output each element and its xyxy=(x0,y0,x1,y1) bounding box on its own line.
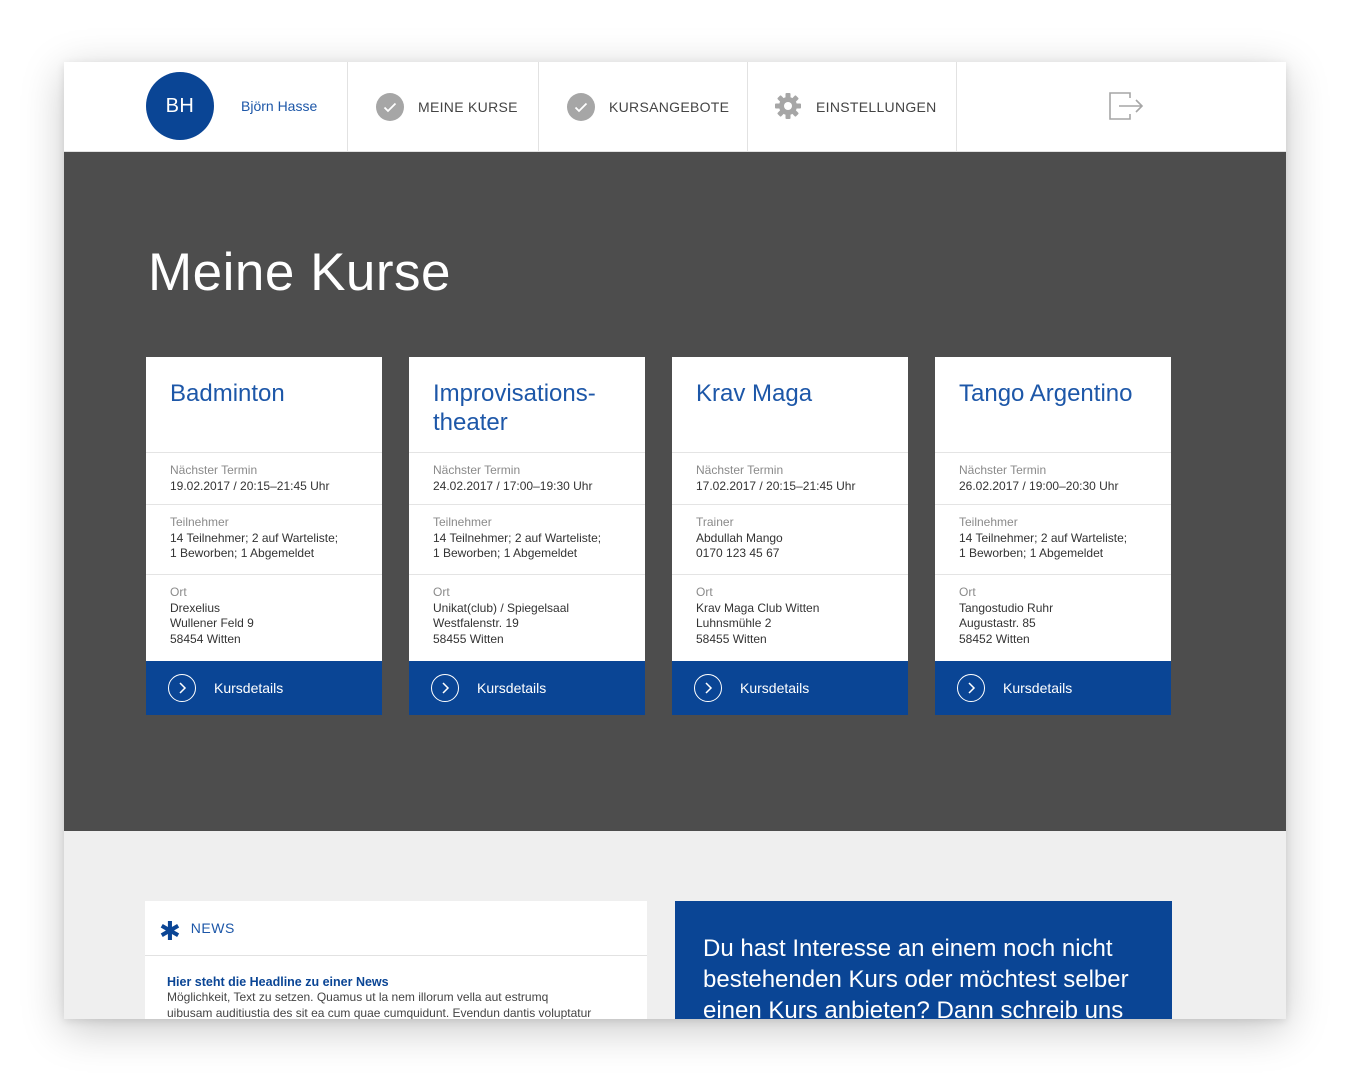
app-window: BH Björn Hasse MEINE KURSE KURSANGEBOTE xyxy=(64,62,1286,1019)
logout-icon xyxy=(1109,92,1144,120)
course-details-button[interactable]: Kursdetails xyxy=(146,661,382,715)
logout-button[interactable] xyxy=(1106,89,1146,123)
nav-item-label: KURSANGEBOTE xyxy=(609,99,730,115)
nav-item-einstellungen[interactable]: EINSTELLUNGEN xyxy=(747,62,956,152)
news-item: Hier steht die Headline zu einer News Mö… xyxy=(145,956,647,1019)
gear-icon xyxy=(774,92,802,123)
chevron-right-icon xyxy=(694,674,722,702)
nav-item-kursangebote[interactable]: KURSANGEBOTE xyxy=(538,62,747,152)
chevron-right-icon xyxy=(957,674,985,702)
news-headline[interactable]: Hier steht die Headline zu einer News xyxy=(167,975,625,989)
location-section: Ort Krav Maga Club Witten Luhnsmühle 2 5… xyxy=(672,574,908,661)
hero-section: Meine Kurse Badminton Nächster Termin 19… xyxy=(64,152,1286,831)
chevron-right-icon xyxy=(168,674,196,702)
participants-section: Teilnehmer 14 Teilnehmer; 2 auf Wartelis… xyxy=(146,504,382,574)
top-navigation: BH Björn Hasse MEINE KURSE KURSANGEBOTE xyxy=(64,62,1286,152)
nav-item-meine-kurse[interactable]: MEINE KURSE xyxy=(347,62,538,152)
next-date-section: Nächster Termin 24.02.2017 / 17:00–19:30… xyxy=(409,452,645,504)
course-title: Krav Maga xyxy=(696,380,813,407)
course-title: Tango Argentino xyxy=(959,380,1133,407)
contact-text-line: einen Kurs anbieten? Dann schreib uns xyxy=(703,997,1124,1019)
next-date-section: Nächster Termin 26.02.2017 / 19:00–20:30… xyxy=(935,452,1171,504)
contact-callout[interactable]: Du hast Interesse an einem noch nicht be… xyxy=(675,901,1172,1019)
contact-text-line: bestehenden Kurs oder möchtest selber xyxy=(703,966,1129,993)
location-section: Ort Drexelius Wullener Feld 9 58454 Witt… xyxy=(146,574,382,661)
news-text-line: Möglichkeit, Text zu setzen. Quamus ut l… xyxy=(167,990,549,1004)
course-details-button[interactable]: Kursdetails xyxy=(409,661,645,715)
participants-section: Teilnehmer 14 Teilnehmer; 2 auf Wartelis… xyxy=(935,504,1171,574)
location-section: Ort Tangostudio Ruhr Augustastr. 85 5845… xyxy=(935,574,1171,661)
check-circle-icon xyxy=(567,93,595,121)
page-title: Meine Kurse xyxy=(148,243,452,302)
course-title: Badminton xyxy=(170,380,285,407)
course-details-button[interactable]: Kursdetails xyxy=(935,661,1171,715)
trainer-section: Trainer Abdullah Mango 0170 123 45 67 xyxy=(672,504,908,574)
course-details-button[interactable]: Kursdetails xyxy=(672,661,908,715)
user-name-link[interactable]: Björn Hasse xyxy=(241,98,317,114)
contact-text-line: Du hast Interesse an einem noch nicht xyxy=(703,935,1113,962)
user-profile[interactable]: BH Björn Hasse xyxy=(146,72,317,140)
asterisk-icon: ✱ xyxy=(159,916,181,946)
course-card: Badminton Nächster Termin 19.02.2017 / 2… xyxy=(146,357,382,715)
news-label: NEWS xyxy=(190,920,235,936)
nav-item-label: EINSTELLUNGEN xyxy=(816,99,937,115)
course-card: Tango Argentino Nächster Termin 26.02.20… xyxy=(935,357,1171,715)
participants-section: Teilnehmer 14 Teilnehmer; 2 auf Wartelis… xyxy=(409,504,645,574)
next-date-section: Nächster Termin 17.02.2017 / 20:15–21:45… xyxy=(672,452,908,504)
chevron-right-icon xyxy=(431,674,459,702)
check-circle-icon xyxy=(376,93,404,121)
course-card: Improvisations- theater Nächster Termin … xyxy=(409,357,645,715)
avatar[interactable]: BH xyxy=(146,72,214,140)
news-header: ✱ NEWS xyxy=(145,901,647,956)
news-text-line: uibusam auditiustia des sit ea cum quae … xyxy=(167,1006,592,1019)
next-date-section: Nächster Termin 19.02.2017 / 20:15–21:45… xyxy=(146,452,382,504)
course-title: Improvisations- theater xyxy=(433,380,596,436)
nav-item-label: MEINE KURSE xyxy=(418,99,518,115)
news-panel: ✱ NEWS Hier steht die Headline zu einer … xyxy=(145,901,647,1019)
location-section: Ort Unikat(club) / Spiegelsaal Westfalen… xyxy=(409,574,645,661)
course-card: Krav Maga Nächster Termin 17.02.2017 / 2… xyxy=(672,357,908,715)
